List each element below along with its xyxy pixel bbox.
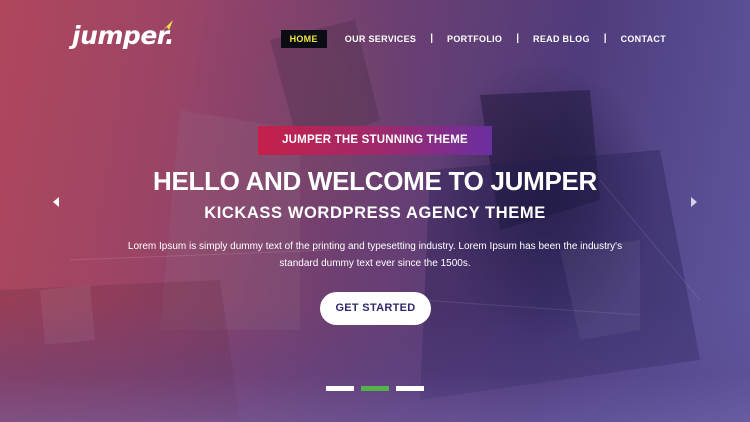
slider-dot[interactable] [396,386,424,391]
main-nav: HOME OUR SERVICES | PORTFOLIO | READ BLO… [280,30,680,48]
logo-text: jumper. [72,21,175,50]
chevron-left-icon [53,197,59,207]
nav-portfolio[interactable]: PORTFOLIO [433,30,516,48]
hero-subheadline: KICKASS WORDPRESS AGENCY THEME [204,204,546,222]
get-started-button[interactable]: GET STARTED [320,292,431,325]
hero-description: Lorem Ipsum is simply dummy text of the … [112,238,638,272]
nav-home[interactable]: HOME [280,30,327,48]
nav-contact[interactable]: CONTACT [607,30,680,48]
slider-pagination [326,386,431,391]
hero-headline: HELLO AND WELCOME TO JUMPER [152,166,598,196]
hero-description-line1: Lorem Ipsum is simply dummy text of the … [127,241,623,252]
logo[interactable]: jumper. [72,20,175,51]
hero-description-line2: standard dummy text ever since the 1500s… [279,258,471,269]
chevron-right-icon [691,197,697,207]
nav-read-blog[interactable]: READ BLOG [519,30,604,48]
slider-dot-active[interactable] [361,386,389,391]
slider-next-button[interactable] [686,194,702,210]
logo-arrow-icon [162,20,173,31]
hero-badge: JUMPER THE STUNNING THEME [258,126,492,155]
slider-prev-button[interactable] [48,194,64,210]
nav-our-services[interactable]: OUR SERVICES [331,30,430,48]
slider-dot[interactable] [326,386,354,391]
